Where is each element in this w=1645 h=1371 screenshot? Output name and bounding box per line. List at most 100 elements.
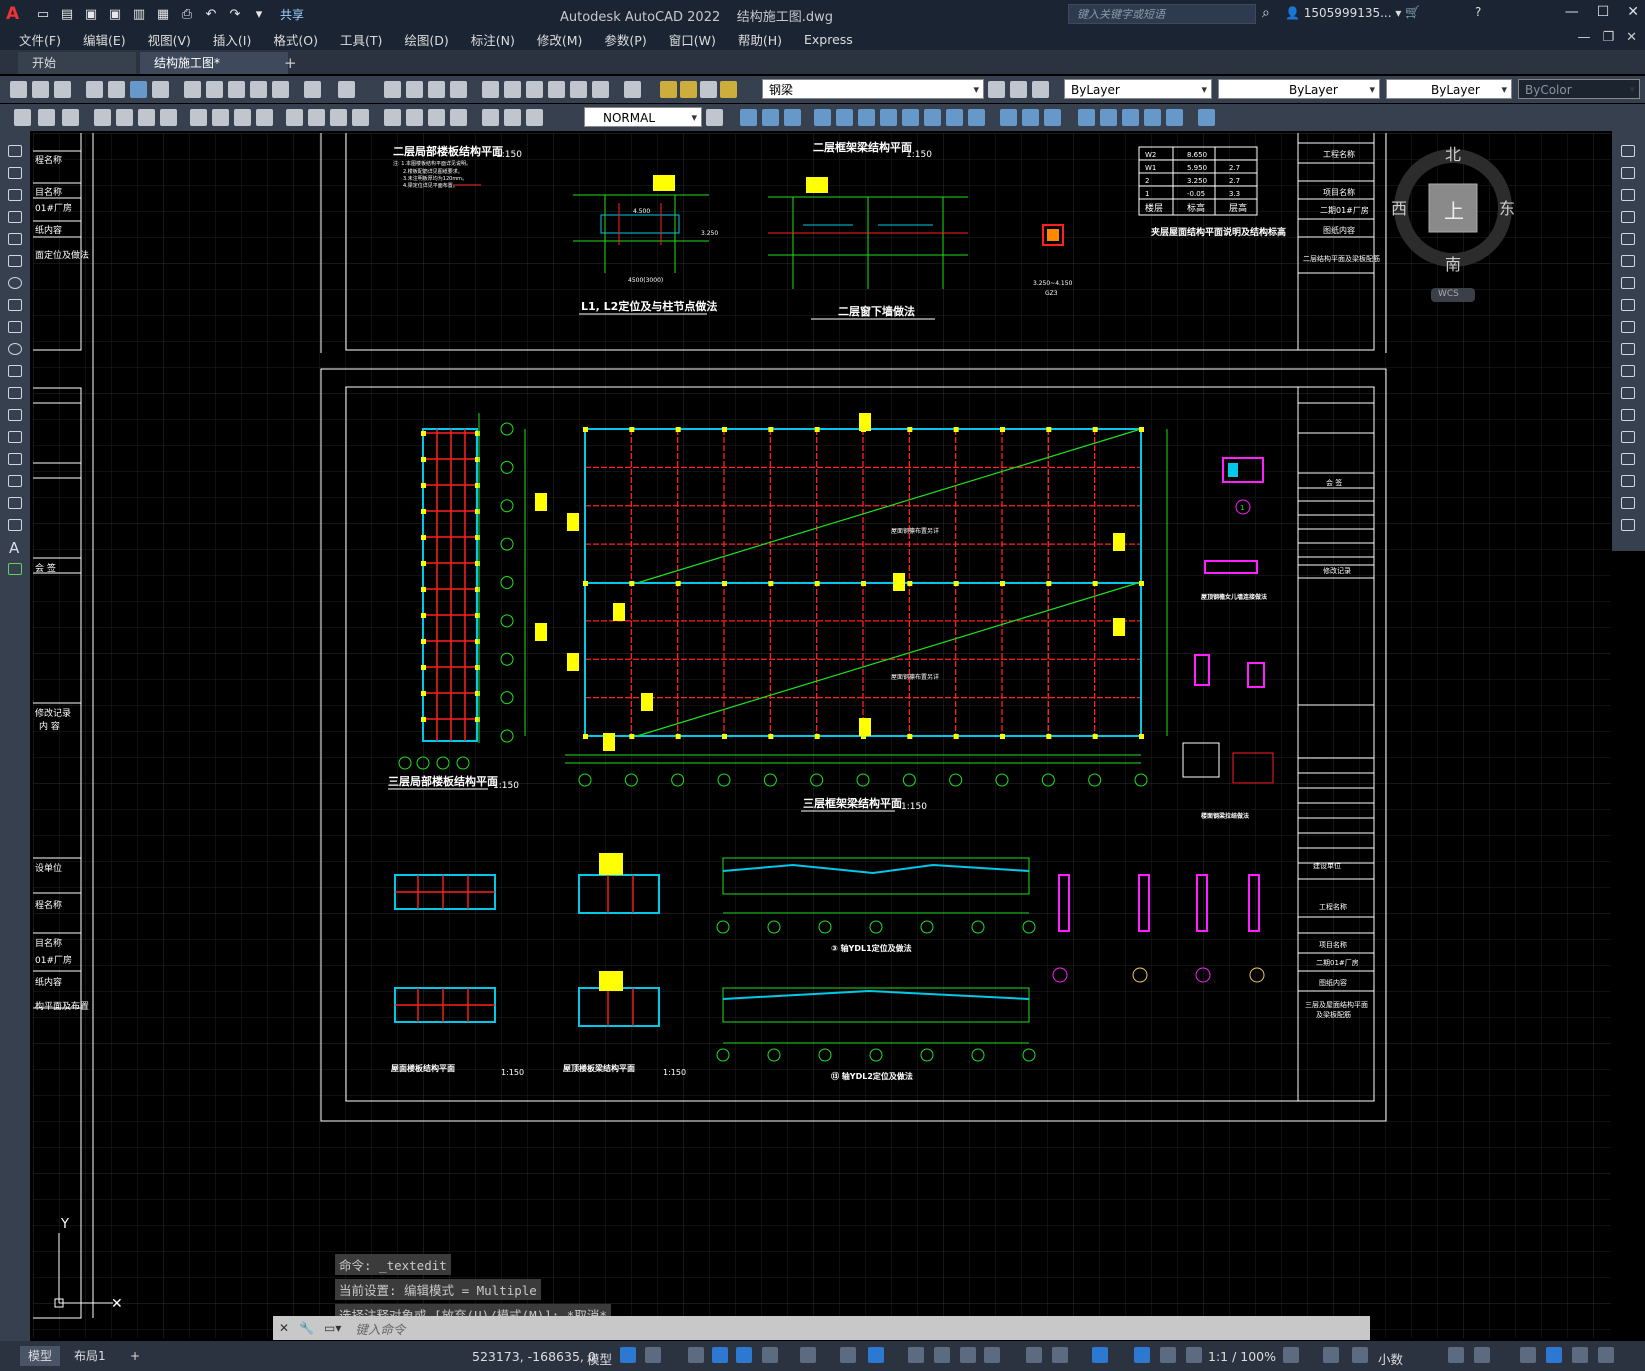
block-editor-icon[interactable] [272, 81, 289, 98]
inspect-icon[interactable] [428, 109, 445, 126]
polygon-icon[interactable] [8, 211, 22, 223]
move-icon[interactable] [740, 109, 757, 126]
undo-icon[interactable]: ↶ [202, 5, 220, 23]
spline-icon[interactable] [8, 321, 22, 333]
ordinate-dim-icon[interactable] [160, 109, 177, 126]
add-layout-icon[interactable]: + [122, 1346, 148, 1366]
aligned-dim-icon[interactable] [116, 109, 133, 126]
viewcube-top[interactable]: 上 [1444, 195, 1464, 224]
help-icon[interactable] [624, 81, 641, 98]
save-web-icon[interactable]: ▦ [154, 5, 172, 23]
copy-object-icon[interactable] [762, 109, 779, 126]
quick-dim-icon[interactable] [286, 109, 303, 126]
quick-properties-icon[interactable] [1448, 1347, 1464, 1363]
open-icon[interactable]: ▤ [58, 5, 76, 23]
help-icon[interactable]: ? [1475, 5, 1481, 19]
insert-block-icon[interactable] [1078, 109, 1095, 126]
construction-line-icon[interactable] [8, 167, 22, 179]
tolerance-icon[interactable] [384, 109, 401, 126]
text-icon[interactable] [38, 109, 55, 126]
layer-properties-icon[interactable] [1032, 81, 1049, 98]
offset-icon[interactable] [1621, 211, 1635, 223]
markup-icon[interactable] [570, 81, 587, 98]
rotate-icon[interactable] [858, 109, 875, 126]
close-icon[interactable]: ✕ [1627, 4, 1639, 20]
explode-icon[interactable] [1621, 519, 1635, 531]
tab-drawing[interactable]: 结构施工图* [140, 52, 288, 74]
dim-style-icon[interactable] [706, 109, 723, 126]
ortho-icon[interactable] [736, 1347, 752, 1363]
break-icon[interactable] [1621, 409, 1635, 421]
mirror-icon[interactable] [784, 109, 801, 126]
lineweight-dropdown[interactable]: ByLayer [1386, 79, 1512, 100]
cut-icon[interactable] [184, 81, 201, 98]
annotation-visibility-icon[interactable] [1134, 1347, 1150, 1363]
pan-icon[interactable] [384, 81, 401, 98]
close-icon[interactable]: ✕ [279, 1321, 289, 1335]
recent-commands-icon[interactable]: ▭▾ [324, 1321, 341, 1335]
xref-icon[interactable] [1198, 109, 1215, 126]
doc-minimize-icon[interactable]: — [1577, 30, 1590, 45]
extend-icon[interactable] [946, 109, 963, 126]
transparency-icon[interactable] [934, 1347, 950, 1363]
move-icon[interactable] [1621, 255, 1635, 267]
customization-icon[interactable] [1598, 1347, 1614, 1363]
properties-icon[interactable] [482, 81, 499, 98]
dim-text-edit-icon[interactable] [504, 109, 521, 126]
viewcube-west[interactable]: 西 [1391, 195, 1407, 219]
jogged-linear-icon[interactable] [450, 109, 467, 126]
center-mark-icon[interactable] [406, 109, 423, 126]
revision-cloud-icon[interactable] [8, 299, 22, 311]
stretch-icon[interactable] [902, 109, 919, 126]
linear-dim-icon[interactable] [94, 109, 111, 126]
offset-icon[interactable] [814, 109, 831, 126]
share-button[interactable]: 共享 [280, 6, 304, 23]
drawing-canvas[interactable]: 程名称 目名称 01#厂房 纸内容 面定位及做法 会 签修改记录内 容 设单位 程名称目… [33, 133, 1611, 1338]
object-snap-tracking-icon[interactable] [840, 1347, 856, 1363]
hardware-acceleration-icon[interactable] [1546, 1347, 1562, 1363]
plot-preview-icon[interactable] [108, 81, 125, 98]
continue-dim-icon[interactable] [330, 109, 347, 126]
layer-freeze-icon[interactable] [680, 81, 697, 98]
grid-icon[interactable] [620, 1347, 636, 1363]
make-current-icon[interactable] [988, 81, 1005, 98]
doc-restore-icon[interactable]: ❐ [1602, 30, 1614, 45]
annotation-scale[interactable]: 1:1 / 100% [1208, 1349, 1276, 1364]
plot-icon[interactable] [86, 81, 103, 98]
isolate-objects-icon[interactable] [1520, 1347, 1536, 1363]
arc-length-icon[interactable] [138, 109, 155, 126]
table-icon[interactable] [62, 109, 79, 126]
stretch-icon[interactable] [1621, 321, 1635, 333]
menu-file[interactable]: 文件(F) [8, 30, 72, 49]
draw-order-icon[interactable] [14, 109, 31, 126]
mtext-icon[interactable]: A [9, 539, 19, 557]
paste-icon[interactable] [228, 81, 245, 98]
create-block-icon[interactable] [1100, 109, 1117, 126]
save-as-icon[interactable]: ▣ [106, 5, 124, 23]
group-icon[interactable] [1144, 109, 1161, 126]
clean-screen-icon[interactable] [1572, 1347, 1588, 1363]
menu-view[interactable]: 视图(V) [137, 30, 202, 49]
dynamic-input-icon[interactable] [712, 1347, 728, 1363]
units-icon[interactable] [1352, 1347, 1368, 1363]
array-icon[interactable] [1621, 233, 1635, 245]
ungroup-icon[interactable] [1166, 109, 1183, 126]
mirror-icon[interactable] [1621, 189, 1635, 201]
search-input[interactable]: 键入关键字或短语 [1068, 4, 1256, 24]
tab-model[interactable]: 模型 [20, 1346, 61, 1366]
fillet-icon[interactable] [1022, 109, 1039, 126]
fillet-icon[interactable] [1621, 475, 1635, 487]
viewcube-east[interactable]: 东 [1499, 195, 1515, 219]
3d-osnap-icon[interactable] [984, 1347, 1000, 1363]
dynamic-ucs-icon[interactable] [1026, 1347, 1042, 1363]
blend-icon[interactable] [1621, 497, 1635, 509]
add-selected-icon[interactable] [8, 563, 22, 575]
sheet-set-icon[interactable] [548, 81, 565, 98]
annotation-monitor-icon[interactable] [1323, 1347, 1339, 1363]
zoom-previous-icon[interactable] [450, 81, 467, 98]
coordinate-readout[interactable]: 523173, -168635, 0 [472, 1349, 596, 1364]
menu-dimension[interactable]: 标注(N) [460, 30, 526, 49]
layer-previous-icon[interactable] [1010, 81, 1027, 98]
diameter-dim-icon[interactable] [234, 109, 251, 126]
search-icon[interactable]: ⌕ [1262, 5, 1270, 21]
